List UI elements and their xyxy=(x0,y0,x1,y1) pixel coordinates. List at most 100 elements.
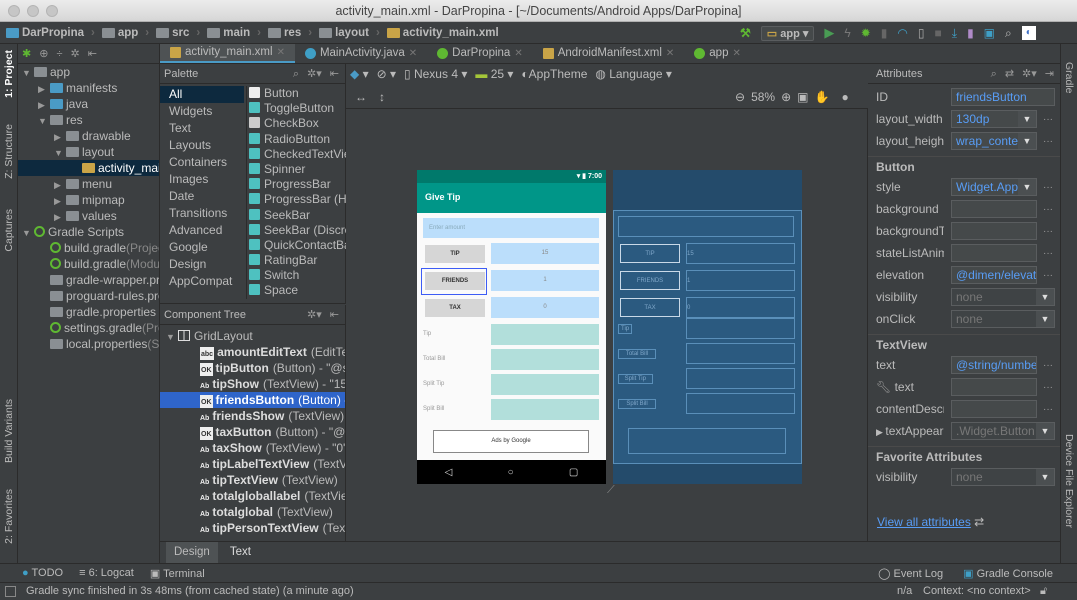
warnings-icon[interactable]: ● xyxy=(841,90,848,104)
build-hammer-icon[interactable]: ⚒ xyxy=(740,26,751,40)
more-options-icon[interactable]: ··· xyxy=(1043,182,1053,193)
project-tree-item[interactable]: proguard-rules.pro xyxy=(18,288,159,304)
hide-panel-icon[interactable]: ⇥ xyxy=(1045,64,1054,83)
hide-panel-icon[interactable]: ⇤ xyxy=(330,64,339,83)
attribute-value-style[interactable]: Widget.AppCompat.Button▼ xyxy=(951,178,1037,196)
palette-category-appcompat[interactable]: AppCompat xyxy=(160,273,244,290)
chevron-down-icon[interactable]: ▼ xyxy=(1018,111,1036,127)
device-select[interactable]: ▯ Nexus 4 ▾ xyxy=(404,67,467,81)
close-tab-icon[interactable]: ✕ xyxy=(277,43,285,62)
palette-category-transitions[interactable]: Transitions xyxy=(160,205,244,222)
tab-darpropina[interactable]: DarPropina ✕ xyxy=(427,44,533,63)
palette-item-quickcontactbadge[interactable]: QuickContactBadge xyxy=(247,238,346,253)
breadcrumb-res[interactable]: res xyxy=(267,27,301,39)
terminal-tab[interactable]: ▣ Terminal xyxy=(150,567,205,580)
attribute-value-id[interactable]: friendsButton xyxy=(951,88,1055,106)
debug-icon[interactable]: ✹ xyxy=(861,26,871,40)
component-tree-item[interactable]: Abtotalgloballabel(TextView) xyxy=(160,488,345,504)
pan-hand-icon[interactable]: ✋ xyxy=(815,90,830,104)
palette-item-togglebutton[interactable]: ToggleButton xyxy=(247,101,346,116)
resize-handle-icon[interactable]: ⟋ xyxy=(607,484,615,497)
palette-category-widgets[interactable]: Widgets xyxy=(160,103,244,120)
palette-item-spinner[interactable]: Spinner xyxy=(247,162,346,177)
tree-item-gridlayout[interactable]: ▼ GridLayout xyxy=(160,328,345,344)
palette-category-date[interactable]: Date xyxy=(160,188,244,205)
palette-item-progressbar[interactable]: ProgressBar xyxy=(247,177,346,192)
project-tree-item[interactable]: gradle-wrapper.properties xyxy=(18,272,159,288)
zoom-out-icon[interactable]: ⊖ xyxy=(735,90,745,104)
palette-category-google[interactable]: Google xyxy=(160,239,244,256)
close-tab-icon[interactable]: ✕ xyxy=(514,44,522,63)
more-options-icon[interactable]: ··· xyxy=(1043,204,1053,215)
palette-item-seekbar-discrete[interactable]: SeekBar (Discrete) xyxy=(247,223,346,238)
hide-panel-icon[interactable]: ⇤ xyxy=(330,305,339,324)
project-tree-item[interactable]: ▶ java xyxy=(18,96,159,112)
lock-icon[interactable]: 🔓︎ xyxy=(1040,583,1047,600)
gradle-console-tab[interactable]: ▣ Gradle Console xyxy=(963,567,1053,580)
more-options-icon[interactable]: ··· xyxy=(1043,136,1053,147)
palette-item-checkbox[interactable]: CheckBox xyxy=(247,116,346,131)
chevron-down-icon[interactable]: ▼ xyxy=(1036,311,1054,327)
scroll-from-source-icon[interactable]: ⊕ xyxy=(39,44,48,63)
palette-item-switch[interactable]: Switch xyxy=(247,268,346,283)
profiler-gauge-icon[interactable]: ◠ xyxy=(897,26,907,40)
tax-button[interactable]: TAX xyxy=(425,299,485,317)
attribute-value-elevation[interactable]: @dimen/elevation xyxy=(951,266,1037,284)
run-config-select[interactable]: ▭ app ▾ xyxy=(760,25,815,41)
more-options-icon[interactable]: ··· xyxy=(1043,248,1053,259)
project-tree-item[interactable]: ▼ layout xyxy=(18,144,159,160)
project-tree-item[interactable]: ▶ menu xyxy=(18,176,159,192)
view-all-attributes-link[interactable]: View all attributes xyxy=(877,515,971,529)
settings-gear-icon[interactable]: ✲ xyxy=(70,44,79,63)
back-icon[interactable]: ◁ xyxy=(445,467,453,478)
breadcrumb-src[interactable]: src xyxy=(156,27,189,39)
component-tree-item[interactable]: OKtaxButton(Button) - "@string/tax" xyxy=(160,424,345,440)
more-options-icon[interactable]: ··· xyxy=(1043,404,1053,415)
blueprint-preview[interactable]: TIP 15 FRIENDS 1 TAX 0 Tip Total Bill Split Tip S… xyxy=(613,170,802,484)
component-tree-item[interactable]: Ab tipTextView (TextView) xyxy=(160,472,345,488)
swap-view-icon[interactable]: ⇄ xyxy=(1005,64,1014,83)
ad-banner[interactable]: Ads by Google xyxy=(433,430,589,453)
attribute-value-background[interactable] xyxy=(951,200,1037,218)
project-tree-item[interactable]: build.gradle(Project: DarPropina) xyxy=(18,240,159,256)
chevron-down-icon[interactable]: ▼ xyxy=(1018,179,1036,195)
context-indicator[interactable]: Context: <no context> xyxy=(923,583,1031,600)
chevron-down-icon[interactable]: ▼ xyxy=(1036,289,1054,305)
component-tree-item[interactable]: AbtipPersonTextView(TextView) xyxy=(160,520,345,536)
palette-item-seekbar[interactable]: SeekBar xyxy=(247,208,346,223)
close-tab-icon[interactable]: ✕ xyxy=(666,44,674,63)
theme-select[interactable]: ◐AppTheme xyxy=(521,67,587,81)
attribute-value-textappearance[interactable]: .Widget.Button ▼ xyxy=(951,422,1055,440)
phone-preview[interactable]: ▾ ▮ 7:00 Give Tip Enter amount TIP 15 FRIE… xyxy=(417,170,606,484)
attribute-value-text[interactable] xyxy=(951,378,1037,396)
palette-item-button[interactable]: Button xyxy=(247,86,346,101)
attribute-value-text[interactable]: @string/number xyxy=(951,356,1037,374)
attribute-value-contentdescription[interactable] xyxy=(951,400,1037,418)
attribute-value-backgroundtint[interactable] xyxy=(951,222,1037,240)
more-options-icon[interactable]: ··· xyxy=(1043,226,1053,237)
project-tree-item[interactable]: local.properties(SDK Location) xyxy=(18,336,159,352)
component-tree-item[interactable]: AbtipLabelTextView(TextView) xyxy=(160,456,345,472)
palette-item-space[interactable]: Space xyxy=(247,283,346,298)
amount-edit-text[interactable]: Enter amount xyxy=(423,218,599,238)
project-structure-icon[interactable]: ▣ xyxy=(984,26,995,40)
tool-tab-captures[interactable]: Captures xyxy=(3,209,15,252)
breadcrumb-activity-main-xml[interactable]: activity_main.xml xyxy=(386,27,499,39)
android-view-icon[interactable]: ✱ xyxy=(22,44,31,63)
more-options-icon[interactable]: ··· xyxy=(1043,382,1053,393)
avd-manager-icon[interactable]: ▮ xyxy=(967,26,974,40)
sdk-manager-icon[interactable]: ⤓ xyxy=(952,26,957,41)
device-file-explorer-tab[interactable]: Device File Explorer xyxy=(1063,434,1075,528)
profile-icon[interactable]: ▮ xyxy=(881,26,888,40)
more-options-icon[interactable]: ··· xyxy=(1043,270,1053,281)
tab-text[interactable]: Text xyxy=(218,542,263,563)
tip-button[interactable]: TIP xyxy=(425,245,485,263)
breadcrumb-layout[interactable]: layout xyxy=(319,27,369,39)
component-tree-item[interactable]: Ab tipShow (TextView) - "15" xyxy=(160,376,345,392)
palette-item-ratingbar[interactable]: RatingBar xyxy=(247,253,346,268)
resize-horizontal-icon[interactable]: ↔ xyxy=(355,90,367,104)
project-tree-item[interactable]: ▼ app xyxy=(18,64,159,80)
component-tree-item[interactable]: OKfriendsButton(Button) - "@string/frien… xyxy=(160,392,345,408)
stop-icon[interactable]: ■ xyxy=(935,26,942,40)
palette-item-progressbar-horizontal[interactable]: ProgressBar (Horizontal) xyxy=(247,192,346,207)
